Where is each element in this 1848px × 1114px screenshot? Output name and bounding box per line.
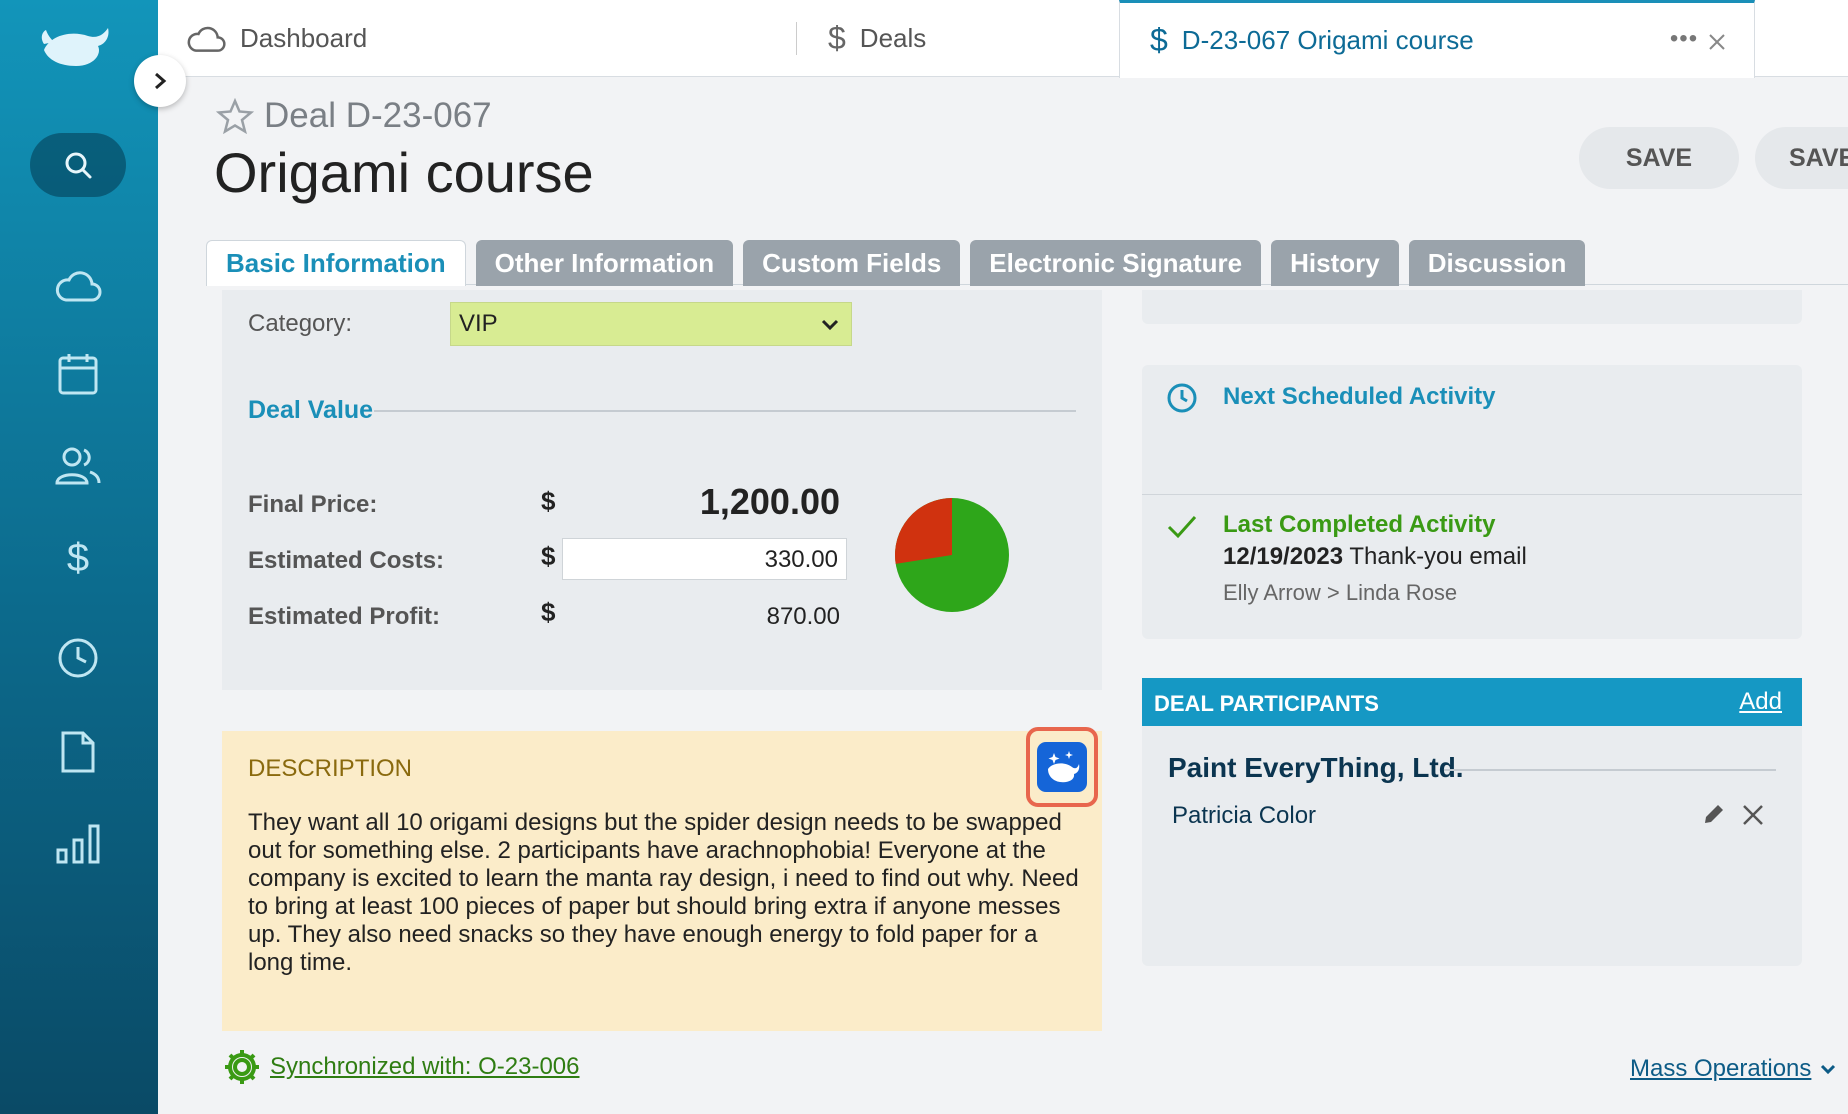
- tab-label: Dashboard: [240, 23, 368, 53]
- category-select[interactable]: VIP: [450, 302, 852, 346]
- sidebar-item-reports[interactable]: [50, 815, 106, 871]
- last-activity-title[interactable]: Last Completed Activity: [1223, 511, 1496, 539]
- ai-assistant-button-highlight[interactable]: [1026, 727, 1098, 807]
- save-close-button[interactable]: SAVE: [1755, 127, 1848, 189]
- estimated-costs-input[interactable]: 330.00: [562, 538, 847, 580]
- dollar-icon: $: [828, 20, 846, 56]
- estimated-profit-label: Estimated Profit:: [248, 603, 441, 630]
- sidebar-item-history[interactable]: [50, 630, 106, 686]
- sidebar-item-dashboard[interactable]: [50, 258, 106, 314]
- estimated-profit-value: 870.00: [766, 603, 840, 630]
- pie-slice-costs: [895, 498, 952, 564]
- calendar-icon: [58, 354, 98, 395]
- estimated-costs-currency: $: [541, 541, 556, 571]
- expand-sidebar-button[interactable]: [134, 55, 186, 107]
- sync-link[interactable]: Synchronized with: O-23-006: [222, 1047, 580, 1087]
- participants-header: DEAL PARTICIPANTS Add: [1142, 678, 1802, 726]
- sync-label: Synchronized with: O-23-006: [270, 1053, 580, 1080]
- save-button[interactable]: SAVE: [1579, 127, 1739, 189]
- whale-logo-icon[interactable]: [40, 22, 114, 72]
- more-tabs-button[interactable]: •••: [1644, 0, 1724, 77]
- tab-bar: Dashboard $ Deals $ D-23-067 Origami cou…: [158, 0, 1848, 78]
- sidebar: $: [0, 0, 158, 1114]
- description-title: DESCRIPTION: [248, 755, 413, 782]
- bar-chart-icon: [56, 824, 100, 864]
- estimated-profit-currency: $: [541, 597, 556, 627]
- estimated-costs-label: Estimated Costs:: [248, 547, 445, 574]
- participant-person[interactable]: Patricia Color: [1172, 802, 1316, 830]
- tab-discussion[interactable]: Discussion: [1408, 240, 1586, 286]
- last-activity-summary[interactable]: 12/19/2023 Thank-you email: [1223, 543, 1527, 571]
- description-panel: DESCRIPTION They want all 10 origami des…: [222, 727, 1102, 1031]
- whale-sparkle-icon: [1048, 751, 1080, 783]
- remove-participant-button[interactable]: [1742, 804, 1764, 831]
- participant-company[interactable]: Paint EveryThing, Ltd.: [1168, 752, 1464, 784]
- last-activity-people: Elly Arrow > Linda Rose: [1223, 580, 1458, 605]
- tab-label: D-23-067 Origami course: [1181, 25, 1474, 55]
- cloud-icon: [55, 271, 102, 302]
- sidebar-item-calendar[interactable]: [50, 346, 106, 402]
- tab-basic-information[interactable]: Basic Information: [206, 240, 466, 286]
- final-price-value: 1,200.00: [699, 481, 840, 522]
- participants-title: DEAL PARTICIPANTS: [1154, 691, 1379, 716]
- next-activity-title[interactable]: Next Scheduled Activity: [1223, 383, 1496, 411]
- last-activity-subject: Thank-you email: [1349, 543, 1527, 570]
- deal-value-heading: Deal Value: [248, 396, 374, 424]
- activities-divider: [1142, 494, 1802, 495]
- form-tabs: Basic Information Other Information Cust…: [206, 240, 1595, 286]
- edit-participant-button[interactable]: [1702, 802, 1726, 831]
- sidebar-item-deals[interactable]: $: [50, 530, 106, 586]
- company-divider: [1444, 769, 1776, 771]
- sidebar-item-contacts[interactable]: [50, 438, 106, 494]
- clock-icon: [1166, 382, 1198, 419]
- dollar-icon: $: [66, 535, 90, 580]
- pencil-icon: [1705, 805, 1723, 823]
- dollar-icon: $: [1150, 22, 1168, 58]
- deal-id-label: Deal D-23-067: [264, 96, 492, 135]
- mass-operations-label: Mass Operations: [1630, 1055, 1812, 1082]
- deal-value-divider: [374, 410, 1076, 412]
- gear-icon: [225, 1050, 259, 1084]
- tab-custom-fields[interactable]: Custom Fields: [743, 240, 961, 286]
- sidebar-search-button[interactable]: [30, 133, 126, 197]
- chevron-right-icon: [155, 72, 167, 90]
- star-icon[interactable]: [216, 98, 254, 134]
- checkmark-icon: [1166, 512, 1198, 545]
- close-icon: [1743, 805, 1763, 825]
- add-participant-link[interactable]: Add: [1739, 688, 1782, 716]
- clock-icon: [58, 638, 98, 678]
- final-price-label: Final Price:: [248, 491, 378, 518]
- page-title: Origami course: [214, 141, 594, 204]
- mass-operations-menu[interactable]: Mass Operations: [1630, 1055, 1837, 1083]
- tab-electronic-signature[interactable]: Electronic Signature: [970, 240, 1262, 286]
- chevron-down-icon: [819, 313, 841, 342]
- ai-assistant-button[interactable]: [1037, 742, 1087, 792]
- deal-value-pie-chart: [895, 498, 1009, 612]
- category-value: VIP: [459, 310, 498, 337]
- cloud-icon: [186, 24, 226, 54]
- chevron-down-icon: [1821, 1064, 1836, 1075]
- tab-other-information[interactable]: Other Information: [475, 240, 734, 286]
- search-icon: [65, 152, 92, 179]
- people-icon: [55, 447, 101, 485]
- sidebar-item-documents[interactable]: [50, 724, 106, 780]
- description-text[interactable]: They want all 10 origami designs but the…: [248, 809, 1088, 977]
- deal-id: Deal D-23-067: [216, 96, 492, 136]
- more-icon: •••: [1669, 24, 1699, 52]
- tab-label: Deals: [859, 23, 927, 53]
- document-icon: [61, 731, 95, 773]
- final-price-currency: $: [541, 486, 556, 516]
- category-label: Category:: [248, 310, 353, 337]
- top-right-panel: [1142, 290, 1802, 324]
- last-activity-date: 12/19/2023: [1223, 543, 1344, 570]
- tab-history[interactable]: History: [1271, 240, 1399, 286]
